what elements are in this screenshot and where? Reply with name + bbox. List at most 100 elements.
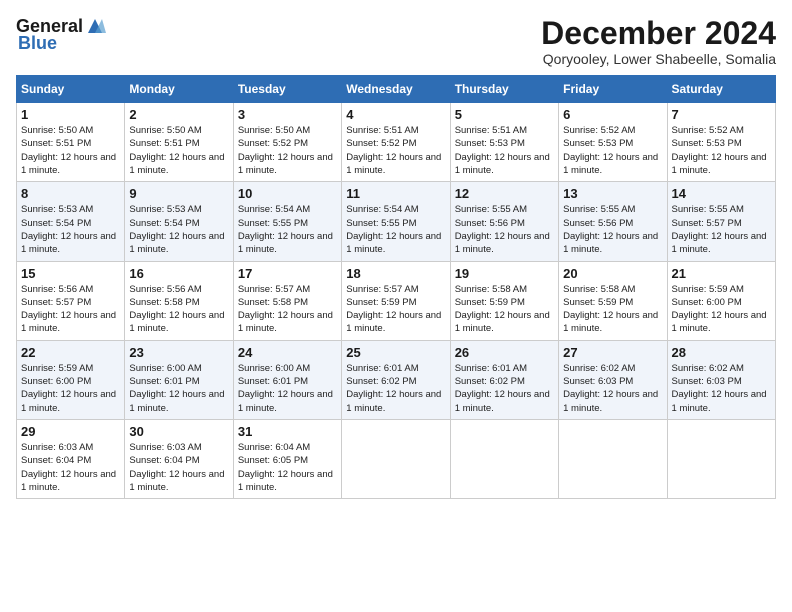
calendar: Sunday Monday Tuesday Wednesday Thursday… [16, 75, 776, 499]
day-number: 22 [21, 345, 120, 360]
calendar-cell: 23 Sunrise: 6:00 AMSunset: 6:01 PMDaylig… [125, 340, 233, 419]
calendar-cell: 31 Sunrise: 6:04 AMSunset: 6:05 PMDaylig… [233, 419, 341, 498]
calendar-cell: 15 Sunrise: 5:56 AMSunset: 5:57 PMDaylig… [17, 261, 125, 340]
day-info: Sunrise: 5:57 AMSunset: 5:59 PMDaylight:… [346, 284, 441, 335]
col-friday: Friday [559, 76, 667, 103]
day-info: Sunrise: 5:51 AMSunset: 5:52 PMDaylight:… [346, 125, 441, 176]
logo-blue: Blue [18, 33, 57, 54]
col-tuesday: Tuesday [233, 76, 341, 103]
day-number: 19 [455, 266, 554, 281]
day-number: 16 [129, 266, 228, 281]
title-block: December 2024 Qoryooley, Lower Shabeelle… [541, 16, 776, 67]
calendar-cell: 14 Sunrise: 5:55 AMSunset: 5:57 PMDaylig… [667, 182, 775, 261]
location: Qoryooley, Lower Shabeelle, Somalia [541, 51, 776, 67]
col-thursday: Thursday [450, 76, 558, 103]
day-number: 9 [129, 186, 228, 201]
day-number: 24 [238, 345, 337, 360]
calendar-cell: 17 Sunrise: 5:57 AMSunset: 5:58 PMDaylig… [233, 261, 341, 340]
day-info: Sunrise: 6:00 AMSunset: 6:01 PMDaylight:… [238, 363, 333, 414]
day-info: Sunrise: 5:55 AMSunset: 5:57 PMDaylight:… [672, 204, 767, 255]
calendar-cell: 6 Sunrise: 5:52 AMSunset: 5:53 PMDayligh… [559, 103, 667, 182]
day-info: Sunrise: 5:50 AMSunset: 5:51 PMDaylight:… [129, 125, 224, 176]
calendar-week-1: 1 Sunrise: 5:50 AMSunset: 5:51 PMDayligh… [17, 103, 776, 182]
day-info: Sunrise: 5:55 AMSunset: 5:56 PMDaylight:… [563, 204, 658, 255]
calendar-cell [450, 419, 558, 498]
day-info: Sunrise: 6:01 AMSunset: 6:02 PMDaylight:… [346, 363, 441, 414]
logo-icon [84, 15, 106, 37]
day-number: 15 [21, 266, 120, 281]
calendar-cell: 18 Sunrise: 5:57 AMSunset: 5:59 PMDaylig… [342, 261, 450, 340]
calendar-week-4: 22 Sunrise: 5:59 AMSunset: 6:00 PMDaylig… [17, 340, 776, 419]
day-info: Sunrise: 5:50 AMSunset: 5:52 PMDaylight:… [238, 125, 333, 176]
calendar-cell [667, 419, 775, 498]
calendar-cell: 19 Sunrise: 5:58 AMSunset: 5:59 PMDaylig… [450, 261, 558, 340]
day-info: Sunrise: 5:52 AMSunset: 5:53 PMDaylight:… [563, 125, 658, 176]
day-info: Sunrise: 5:56 AMSunset: 5:58 PMDaylight:… [129, 284, 224, 335]
day-number: 11 [346, 186, 445, 201]
day-number: 25 [346, 345, 445, 360]
day-info: Sunrise: 6:02 AMSunset: 6:03 PMDaylight:… [563, 363, 658, 414]
month-title: December 2024 [541, 16, 776, 51]
calendar-cell: 28 Sunrise: 6:02 AMSunset: 6:03 PMDaylig… [667, 340, 775, 419]
calendar-week-2: 8 Sunrise: 5:53 AMSunset: 5:54 PMDayligh… [17, 182, 776, 261]
day-info: Sunrise: 5:51 AMSunset: 5:53 PMDaylight:… [455, 125, 550, 176]
day-info: Sunrise: 6:00 AMSunset: 6:01 PMDaylight:… [129, 363, 224, 414]
day-number: 10 [238, 186, 337, 201]
calendar-cell: 25 Sunrise: 6:01 AMSunset: 6:02 PMDaylig… [342, 340, 450, 419]
calendar-cell: 21 Sunrise: 5:59 AMSunset: 6:00 PMDaylig… [667, 261, 775, 340]
calendar-cell: 2 Sunrise: 5:50 AMSunset: 5:51 PMDayligh… [125, 103, 233, 182]
day-number: 13 [563, 186, 662, 201]
day-number: 21 [672, 266, 771, 281]
day-number: 3 [238, 107, 337, 122]
day-number: 20 [563, 266, 662, 281]
col-wednesday: Wednesday [342, 76, 450, 103]
day-info: Sunrise: 5:53 AMSunset: 5:54 PMDaylight:… [129, 204, 224, 255]
calendar-cell: 20 Sunrise: 5:58 AMSunset: 5:59 PMDaylig… [559, 261, 667, 340]
day-info: Sunrise: 6:04 AMSunset: 6:05 PMDaylight:… [238, 442, 333, 493]
day-number: 2 [129, 107, 228, 122]
day-number: 12 [455, 186, 554, 201]
day-info: Sunrise: 5:56 AMSunset: 5:57 PMDaylight:… [21, 284, 116, 335]
col-saturday: Saturday [667, 76, 775, 103]
page-header: General Blue December 2024 Qoryooley, Lo… [16, 16, 776, 67]
calendar-cell: 9 Sunrise: 5:53 AMSunset: 5:54 PMDayligh… [125, 182, 233, 261]
calendar-cell: 7 Sunrise: 5:52 AMSunset: 5:53 PMDayligh… [667, 103, 775, 182]
calendar-cell: 22 Sunrise: 5:59 AMSunset: 6:00 PMDaylig… [17, 340, 125, 419]
calendar-cell [559, 419, 667, 498]
day-info: Sunrise: 5:54 AMSunset: 5:55 PMDaylight:… [346, 204, 441, 255]
calendar-cell: 26 Sunrise: 6:01 AMSunset: 6:02 PMDaylig… [450, 340, 558, 419]
day-number: 23 [129, 345, 228, 360]
calendar-cell: 5 Sunrise: 5:51 AMSunset: 5:53 PMDayligh… [450, 103, 558, 182]
col-monday: Monday [125, 76, 233, 103]
day-number: 29 [21, 424, 120, 439]
calendar-cell: 29 Sunrise: 6:03 AMSunset: 6:04 PMDaylig… [17, 419, 125, 498]
calendar-cell: 24 Sunrise: 6:00 AMSunset: 6:01 PMDaylig… [233, 340, 341, 419]
calendar-cell: 16 Sunrise: 5:56 AMSunset: 5:58 PMDaylig… [125, 261, 233, 340]
day-info: Sunrise: 5:58 AMSunset: 5:59 PMDaylight:… [563, 284, 658, 335]
day-number: 17 [238, 266, 337, 281]
calendar-cell: 12 Sunrise: 5:55 AMSunset: 5:56 PMDaylig… [450, 182, 558, 261]
day-info: Sunrise: 6:01 AMSunset: 6:02 PMDaylight:… [455, 363, 550, 414]
day-info: Sunrise: 5:50 AMSunset: 5:51 PMDaylight:… [21, 125, 116, 176]
day-number: 31 [238, 424, 337, 439]
day-number: 30 [129, 424, 228, 439]
day-info: Sunrise: 6:02 AMSunset: 6:03 PMDaylight:… [672, 363, 767, 414]
day-info: Sunrise: 5:55 AMSunset: 5:56 PMDaylight:… [455, 204, 550, 255]
day-info: Sunrise: 5:53 AMSunset: 5:54 PMDaylight:… [21, 204, 116, 255]
calendar-week-3: 15 Sunrise: 5:56 AMSunset: 5:57 PMDaylig… [17, 261, 776, 340]
calendar-header-row: Sunday Monday Tuesday Wednesday Thursday… [17, 76, 776, 103]
calendar-cell: 10 Sunrise: 5:54 AMSunset: 5:55 PMDaylig… [233, 182, 341, 261]
calendar-cell: 13 Sunrise: 5:55 AMSunset: 5:56 PMDaylig… [559, 182, 667, 261]
day-info: Sunrise: 6:03 AMSunset: 6:04 PMDaylight:… [129, 442, 224, 493]
day-number: 28 [672, 345, 771, 360]
calendar-cell: 4 Sunrise: 5:51 AMSunset: 5:52 PMDayligh… [342, 103, 450, 182]
logo: General Blue [16, 16, 106, 54]
day-number: 18 [346, 266, 445, 281]
day-number: 8 [21, 186, 120, 201]
day-info: Sunrise: 5:57 AMSunset: 5:58 PMDaylight:… [238, 284, 333, 335]
day-number: 5 [455, 107, 554, 122]
day-number: 4 [346, 107, 445, 122]
calendar-cell: 11 Sunrise: 5:54 AMSunset: 5:55 PMDaylig… [342, 182, 450, 261]
calendar-cell: 1 Sunrise: 5:50 AMSunset: 5:51 PMDayligh… [17, 103, 125, 182]
day-info: Sunrise: 5:58 AMSunset: 5:59 PMDaylight:… [455, 284, 550, 335]
